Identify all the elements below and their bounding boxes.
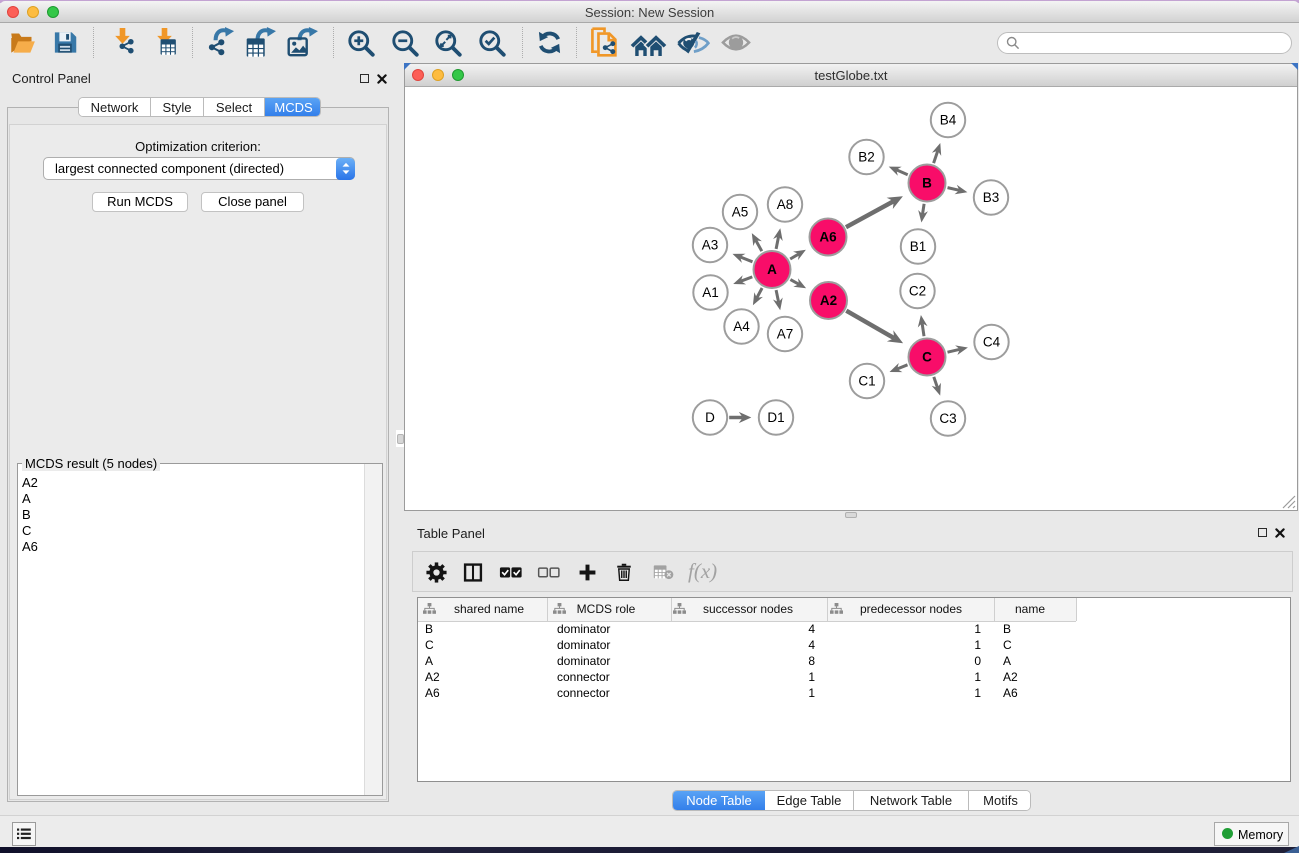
svg-text:B2: B2 bbox=[858, 150, 875, 165]
svg-text:B4: B4 bbox=[940, 113, 957, 128]
svg-text:B: B bbox=[922, 176, 932, 191]
svg-text:C1: C1 bbox=[858, 374, 875, 389]
svg-text:B1: B1 bbox=[910, 239, 927, 254]
svg-text:A6: A6 bbox=[819, 230, 837, 245]
svg-text:C3: C3 bbox=[939, 411, 956, 426]
svg-text:B3: B3 bbox=[983, 190, 1000, 205]
svg-text:D1: D1 bbox=[767, 410, 784, 425]
svg-text:C2: C2 bbox=[909, 284, 926, 299]
svg-text:A7: A7 bbox=[777, 327, 794, 342]
svg-text:A5: A5 bbox=[732, 205, 749, 220]
svg-text:A4: A4 bbox=[733, 319, 750, 334]
svg-text:A1: A1 bbox=[702, 285, 719, 300]
svg-text:C: C bbox=[922, 350, 932, 365]
svg-text:C4: C4 bbox=[983, 335, 1001, 350]
svg-text:A3: A3 bbox=[702, 238, 719, 253]
svg-text:A2: A2 bbox=[820, 293, 837, 308]
svg-text:A8: A8 bbox=[777, 197, 794, 212]
svg-text:A: A bbox=[767, 262, 777, 277]
svg-text:D: D bbox=[705, 410, 715, 425]
